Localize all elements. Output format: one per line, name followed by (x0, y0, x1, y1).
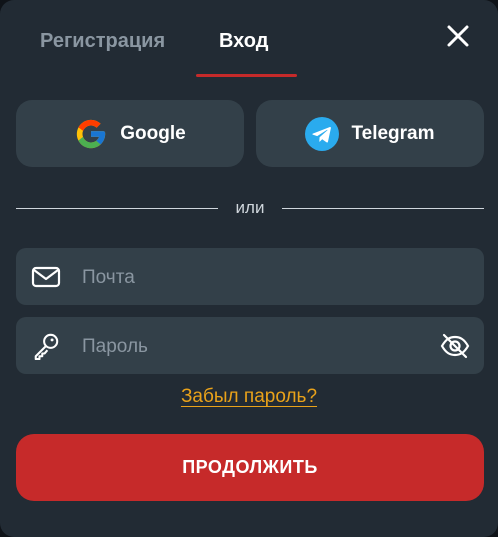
password-field[interactable] (16, 317, 484, 376)
tab-login[interactable]: Вход (219, 30, 268, 56)
forgot-password-wrapper: Забыл пароль? (0, 386, 498, 408)
continue-button[interactable]: ПРОДОЛЖИТЬ (16, 434, 484, 501)
email-input[interactable] (80, 248, 444, 307)
forgot-password-link[interactable]: Забыл пароль? (181, 386, 317, 407)
key-icon (34, 333, 59, 360)
close-icon (447, 25, 469, 47)
envelope-icon (31, 266, 61, 288)
divider-text: или (235, 198, 265, 217)
tab-register[interactable]: Регистрация (40, 30, 165, 56)
google-login-button[interactable]: Google (16, 100, 244, 167)
telegram-label: Telegram (351, 122, 435, 144)
divider-left (16, 208, 218, 209)
google-label: Google (120, 122, 186, 144)
email-field[interactable] (16, 248, 484, 307)
active-tab-indicator (196, 74, 297, 77)
password-input[interactable] (80, 317, 444, 376)
divider-right (282, 208, 484, 209)
toggle-password-visibility[interactable] (440, 331, 470, 361)
auth-modal: Регистрация Вход Google Telegram или Поч… (0, 0, 498, 537)
eye-off-icon (440, 333, 470, 359)
google-icon (77, 119, 106, 148)
telegram-icon (305, 116, 340, 151)
auth-tabs: Регистрация Вход (0, 0, 498, 78)
telegram-login-button[interactable]: Telegram (256, 100, 484, 167)
close-button[interactable] (444, 22, 472, 50)
